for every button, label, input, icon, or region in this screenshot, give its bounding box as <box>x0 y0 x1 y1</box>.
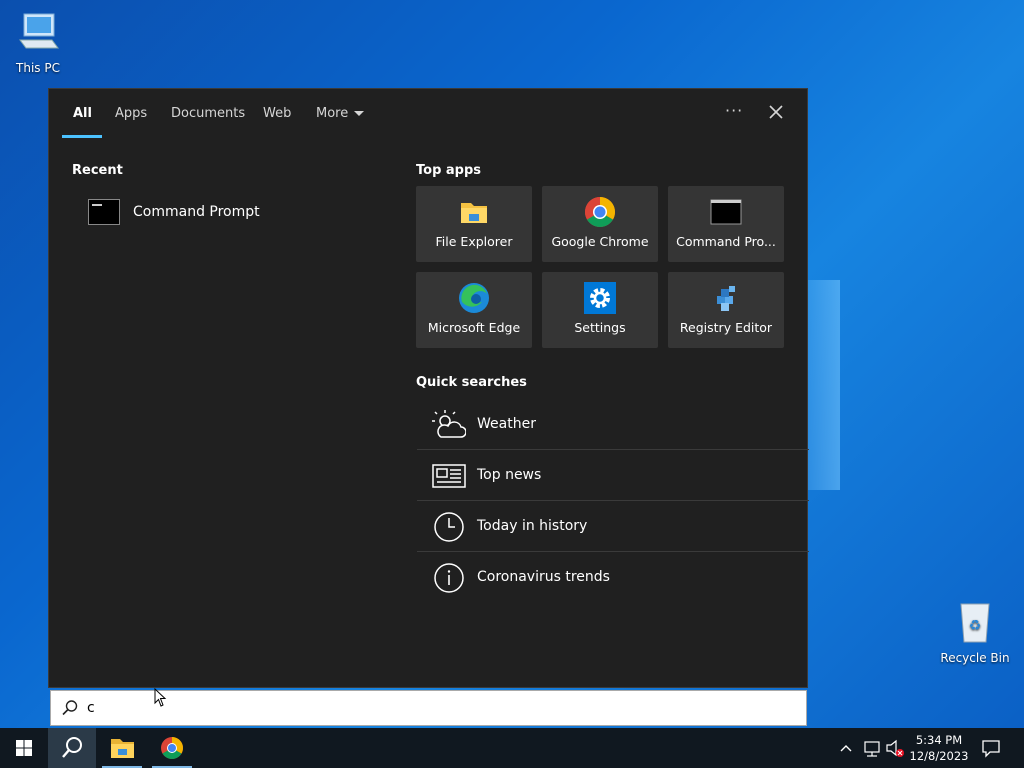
tab-web[interactable]: Web <box>263 106 291 121</box>
mouse-pointer-icon <box>154 688 167 707</box>
app-tile-label: Google Chrome <box>551 234 649 249</box>
active-tab-indicator <box>62 135 102 138</box>
app-tile-google-chrome[interactable]: Google Chrome <box>542 186 658 262</box>
desktop-icon-label: Recycle Bin <box>940 651 1010 665</box>
app-tile-registry-editor[interactable]: Registry Editor <box>668 272 784 348</box>
recent-heading: Recent <box>72 163 123 178</box>
news-icon <box>432 464 466 488</box>
chrome-icon <box>161 737 183 759</box>
app-tile-file-explorer[interactable]: File Explorer <box>416 186 532 262</box>
edge-icon <box>459 283 489 313</box>
info-icon <box>434 563 464 593</box>
computer-icon <box>19 13 59 49</box>
quick-search-label: Weather <box>477 416 536 432</box>
network-icon[interactable] <box>862 728 882 768</box>
top-apps-heading: Top apps <box>416 163 482 178</box>
volume-muted-icon[interactable] <box>884 728 906 768</box>
start-search-panel: All Apps Documents Web More ··· Recent C… <box>48 88 809 688</box>
recent-item-label: Command Prompt <box>133 204 260 220</box>
file-explorer-icon <box>111 739 134 758</box>
show-hidden-icons-chevron-icon[interactable] <box>838 728 854 768</box>
recycle-bin-icon: ♻ <box>960 603 990 643</box>
quick-search-today-in-history[interactable]: Today in history <box>417 502 809 552</box>
close-icon[interactable] <box>765 101 787 123</box>
tab-documents[interactable]: Documents <box>171 106 245 121</box>
start-button[interactable] <box>0 728 48 768</box>
quick-search-top-news[interactable]: Top news <box>417 451 809 501</box>
app-tile-label: Command Pro... <box>676 234 776 249</box>
quick-search-coronavirus-trends[interactable]: Coronavirus trends <box>417 553 809 603</box>
desktop-icon-this-pc[interactable]: This PC <box>0 10 78 75</box>
registry-editor-icon <box>717 286 735 311</box>
clock-icon <box>434 512 464 542</box>
tab-all[interactable]: All <box>73 106 92 121</box>
app-tile-label: File Explorer <box>435 234 513 249</box>
quick-search-label: Today in history <box>477 518 588 534</box>
quick-searches-heading: Quick searches <box>416 375 527 390</box>
quick-search-label: Top news <box>477 467 542 483</box>
chevron-down-icon <box>354 111 365 116</box>
svg-text:♻: ♻ <box>969 618 982 634</box>
search-icon <box>62 700 78 716</box>
app-tile-command-prompt[interactable]: Command Pro... <box>668 186 784 262</box>
settings-gear-icon <box>584 282 616 314</box>
taskbar-file-explorer[interactable] <box>98 728 146 768</box>
clock-date: 12/8/2023 <box>909 749 969 763</box>
quick-search-label: Coronavirus trends <box>477 569 610 585</box>
search-input[interactable] <box>87 695 787 721</box>
tab-more-label: More <box>316 106 349 121</box>
search-tabs: All Apps Documents Web More ··· <box>49 89 807 139</box>
recent-item-command-prompt[interactable]: Command Prompt <box>87 197 387 229</box>
taskbar: 5:34 PM 12/8/2023 <box>0 728 1024 768</box>
file-explorer-icon <box>461 203 487 223</box>
taskbar-search-button[interactable] <box>48 728 96 768</box>
app-tile-label: Settings <box>574 320 626 335</box>
action-center-icon[interactable] <box>980 738 1002 758</box>
desktop-icon-label: This PC <box>16 61 60 75</box>
tab-more[interactable]: More <box>316 106 365 121</box>
command-prompt-icon <box>88 199 120 225</box>
desktop-icon-recycle-bin[interactable]: ♻ Recycle Bin <box>935 600 1015 665</box>
windows-logo-icon <box>16 740 32 756</box>
app-tile-settings[interactable]: Settings <box>542 272 658 348</box>
app-tile-microsoft-edge[interactable]: Microsoft Edge <box>416 272 532 348</box>
weather-icon <box>432 410 466 438</box>
app-tile-label: Microsoft Edge <box>427 320 521 335</box>
command-prompt-icon <box>710 199 742 225</box>
clock-time: 5:34 PM <box>915 733 963 747</box>
search-icon <box>62 737 82 758</box>
chrome-icon <box>584 197 616 228</box>
quick-search-weather[interactable]: Weather <box>417 400 809 450</box>
tab-apps[interactable]: Apps <box>115 106 147 121</box>
taskbar-google-chrome[interactable] <box>148 728 196 768</box>
taskbar-clock[interactable]: 5:34 PM 12/8/2023 <box>906 732 972 764</box>
more-options-button[interactable]: ··· <box>725 101 743 120</box>
app-tile-label: Registry Editor <box>679 320 773 335</box>
